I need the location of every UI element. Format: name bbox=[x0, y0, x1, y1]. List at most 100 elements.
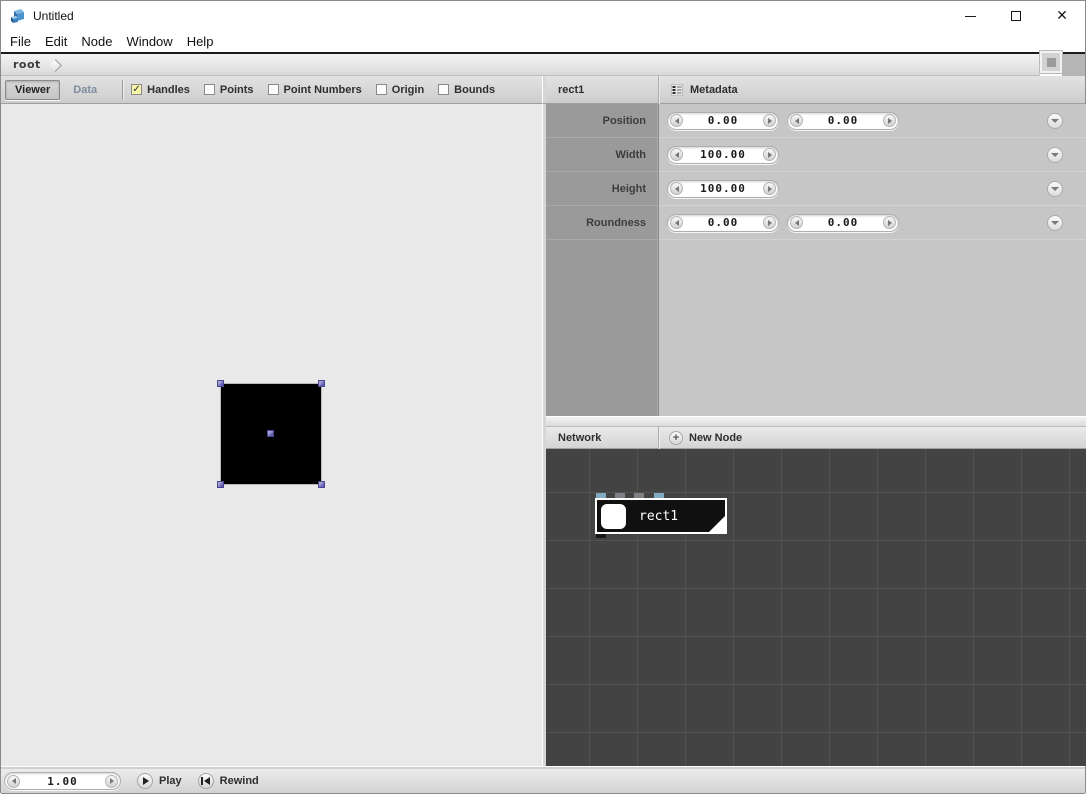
play-button[interactable]: Play bbox=[137, 773, 182, 789]
checkbox-points[interactable]: Points bbox=[204, 84, 254, 96]
width-stepper[interactable]: 100.00 bbox=[667, 146, 779, 164]
viewer-toolbar: Viewer Data ✓ Handles Points Point Numbe… bbox=[1, 76, 542, 104]
stepper-increment-button[interactable] bbox=[883, 216, 896, 229]
arrow-left-icon bbox=[795, 220, 799, 226]
corner-handle-bottom-right[interactable] bbox=[318, 481, 325, 488]
app-window: Untitled ✕ File Edit Node Window Help ro… bbox=[0, 0, 1086, 793]
checkbox-unchecked-icon bbox=[438, 84, 449, 95]
tab-data[interactable]: Data bbox=[64, 81, 106, 99]
corner-handle-top-left[interactable] bbox=[217, 380, 224, 387]
close-button[interactable]: ✕ bbox=[1039, 1, 1085, 31]
stepper-decrement-button[interactable] bbox=[670, 216, 683, 229]
menu-node[interactable]: Node bbox=[74, 32, 119, 51]
menu-edit[interactable]: Edit bbox=[38, 32, 74, 51]
checkbox-bounds[interactable]: Bounds bbox=[438, 84, 495, 96]
stepper-decrement-button[interactable] bbox=[790, 114, 803, 127]
tab-viewer[interactable]: Viewer bbox=[5, 80, 60, 100]
stepper-decrement-button[interactable] bbox=[670, 148, 683, 161]
menu-file[interactable]: File bbox=[3, 32, 38, 51]
stepper-value[interactable]: 0.00 bbox=[683, 216, 763, 229]
checkbox-origin[interactable]: Origin bbox=[376, 84, 424, 96]
rewind-button[interactable]: Rewind bbox=[198, 773, 259, 789]
arrow-left-icon bbox=[12, 778, 16, 784]
metadata-button[interactable]: Metadata bbox=[671, 84, 738, 96]
stepper-increment-button[interactable] bbox=[883, 114, 896, 127]
frame-stepper[interactable]: 1.00 bbox=[4, 772, 121, 790]
checkbox-point-numbers[interactable]: Point Numbers bbox=[268, 84, 362, 96]
stepper-increment-button[interactable] bbox=[763, 216, 776, 229]
node-name-label: rect1 bbox=[639, 509, 678, 524]
stepper-decrement-button[interactable] bbox=[670, 182, 683, 195]
play-icon bbox=[137, 773, 153, 789]
menu-window[interactable]: Window bbox=[119, 32, 179, 51]
param-row-height: 100.00 bbox=[659, 172, 1086, 206]
minimize-button[interactable] bbox=[947, 1, 993, 31]
network-node-rect1[interactable]: rect1 bbox=[595, 498, 727, 534]
title-bar: Untitled ✕ bbox=[1, 1, 1085, 31]
breadcrumb-root[interactable]: root bbox=[13, 58, 41, 71]
arrow-right-icon bbox=[768, 220, 772, 226]
stepper-value[interactable]: 100.00 bbox=[683, 148, 763, 161]
stepper-value[interactable]: 100.00 bbox=[683, 182, 763, 195]
center-handle[interactable] bbox=[267, 430, 274, 437]
chevron-down-icon bbox=[1051, 187, 1059, 191]
network-canvas[interactable]: rect1 bbox=[546, 449, 1086, 766]
network-header: Network + New Node bbox=[546, 427, 1086, 449]
corner-fill bbox=[1062, 54, 1085, 76]
param-menu-button[interactable] bbox=[1047, 181, 1063, 197]
stepper-decrement-button[interactable] bbox=[7, 775, 20, 788]
stepper-increment-button[interactable] bbox=[763, 182, 776, 195]
param-panel-header: rect1 Metadata bbox=[546, 76, 1085, 104]
horizontal-splitter[interactable] bbox=[546, 416, 1086, 427]
pane-icon bbox=[1047, 58, 1056, 67]
pane-toggle-button[interactable] bbox=[1040, 51, 1062, 73]
stepper-increment-button[interactable] bbox=[763, 148, 776, 161]
window-title: Untitled bbox=[33, 9, 74, 23]
stepper-decrement-button[interactable] bbox=[790, 216, 803, 229]
network-title: Network bbox=[558, 432, 658, 444]
corner-handle-top-right[interactable] bbox=[318, 380, 325, 387]
new-node-button[interactable]: + New Node bbox=[669, 431, 742, 445]
param-menu-button[interactable] bbox=[1047, 147, 1063, 163]
input-port-position[interactable] bbox=[596, 493, 606, 498]
corner-handle-bottom-left[interactable] bbox=[217, 481, 224, 488]
stepper-increment-button[interactable] bbox=[105, 775, 118, 788]
arrow-right-icon bbox=[768, 186, 772, 192]
stepper-value[interactable]: 0.00 bbox=[683, 114, 763, 127]
header-row: Viewer Data ✓ Handles Points Point Numbe… bbox=[1, 76, 1085, 104]
position-x-stepper[interactable]: 0.00 bbox=[667, 112, 779, 130]
roundness-x-stepper[interactable]: 0.00 bbox=[667, 214, 779, 232]
output-port[interactable] bbox=[596, 534, 606, 538]
frame-value[interactable]: 1.00 bbox=[20, 775, 105, 788]
position-y-stepper[interactable]: 0.00 bbox=[787, 112, 899, 130]
menu-help[interactable]: Help bbox=[180, 32, 221, 51]
network-header-divider bbox=[658, 427, 659, 449]
stepper-increment-button[interactable] bbox=[763, 114, 776, 127]
input-port-height[interactable] bbox=[634, 493, 644, 498]
param-menu-button[interactable] bbox=[1047, 113, 1063, 129]
close-icon: ✕ bbox=[1056, 9, 1068, 23]
stepper-decrement-button[interactable] bbox=[670, 114, 683, 127]
node-type-icon bbox=[601, 504, 626, 529]
checkbox-handles[interactable]: ✓ Handles bbox=[131, 84, 190, 96]
arrow-right-icon bbox=[768, 152, 772, 158]
stepper-value[interactable]: 0.00 bbox=[803, 216, 883, 229]
arrow-right-icon bbox=[768, 118, 772, 124]
canvas-rectangle-shape[interactable] bbox=[221, 384, 321, 484]
maximize-button[interactable] bbox=[993, 1, 1039, 31]
viewer-canvas[interactable] bbox=[1, 104, 542, 766]
input-port-width[interactable] bbox=[615, 493, 625, 498]
checkbox-label: Point Numbers bbox=[284, 84, 362, 96]
param-menu-button[interactable] bbox=[1047, 215, 1063, 231]
selected-node-name: rect1 bbox=[558, 84, 658, 96]
chevron-right-icon bbox=[49, 59, 62, 72]
input-port-roundness[interactable] bbox=[654, 493, 664, 498]
new-node-label: New Node bbox=[689, 432, 742, 444]
maximize-icon bbox=[1011, 11, 1021, 21]
roundness-y-stepper[interactable]: 0.00 bbox=[787, 214, 899, 232]
checkbox-checked-icon: ✓ bbox=[131, 84, 142, 95]
arrow-left-icon bbox=[675, 186, 679, 192]
stepper-value[interactable]: 0.00 bbox=[803, 114, 883, 127]
height-stepper[interactable]: 100.00 bbox=[667, 180, 779, 198]
metadata-label: Metadata bbox=[690, 84, 738, 96]
